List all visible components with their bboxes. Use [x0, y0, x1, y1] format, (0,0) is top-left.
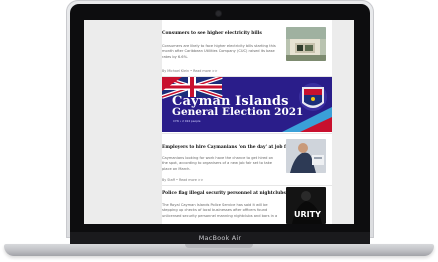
article-item[interactable]: Consumers to see higher electricity bill…	[162, 20, 332, 76]
article-byline[interactable]: By Staff • Read more >>	[162, 178, 203, 182]
election-banner[interactable]: Cayman Islands General Election 2021 CYN…	[162, 77, 332, 132]
webcam-icon	[216, 11, 221, 16]
opening-notch	[185, 244, 253, 248]
article-thumbnail[interactable]	[286, 27, 326, 61]
banner-subtitle: CYN • 2 024 people	[173, 119, 201, 123]
article-excerpt: Consumers are likely to face higher elec…	[162, 44, 276, 59]
banner-title-line2: General Election 2021	[172, 106, 304, 118]
article-headline[interactable]: Employers to hire Caymanians 'on the day…	[162, 145, 293, 150]
article-item[interactable]: Employers to hire Caymanians 'on the day…	[162, 133, 332, 185]
article-byline[interactable]: By Michael Klein • Read more >>	[162, 69, 218, 73]
laptop-screen: Consumers to see higher electricity bill…	[84, 20, 354, 224]
article-headline[interactable]: Consumers to see higher electricity bill…	[162, 31, 262, 36]
article-thumbnail[interactable]	[286, 139, 326, 173]
svg-text:URITY: URITY	[294, 210, 321, 219]
article-headline[interactable]: Police flag illegal security personnel a…	[162, 191, 286, 196]
news-page: Consumers to see higher electricity bill…	[162, 20, 332, 224]
article-excerpt: The Royal Cayman Islands Police Service …	[162, 203, 278, 218]
article-item[interactable]: Police flag illegal security personnel a…	[162, 185, 332, 224]
article-thumbnail[interactable]: URITY	[286, 187, 326, 224]
article-excerpt: Caymanians looking for work have the cha…	[162, 156, 274, 171]
brand-label: MacBook Air	[198, 234, 242, 242]
